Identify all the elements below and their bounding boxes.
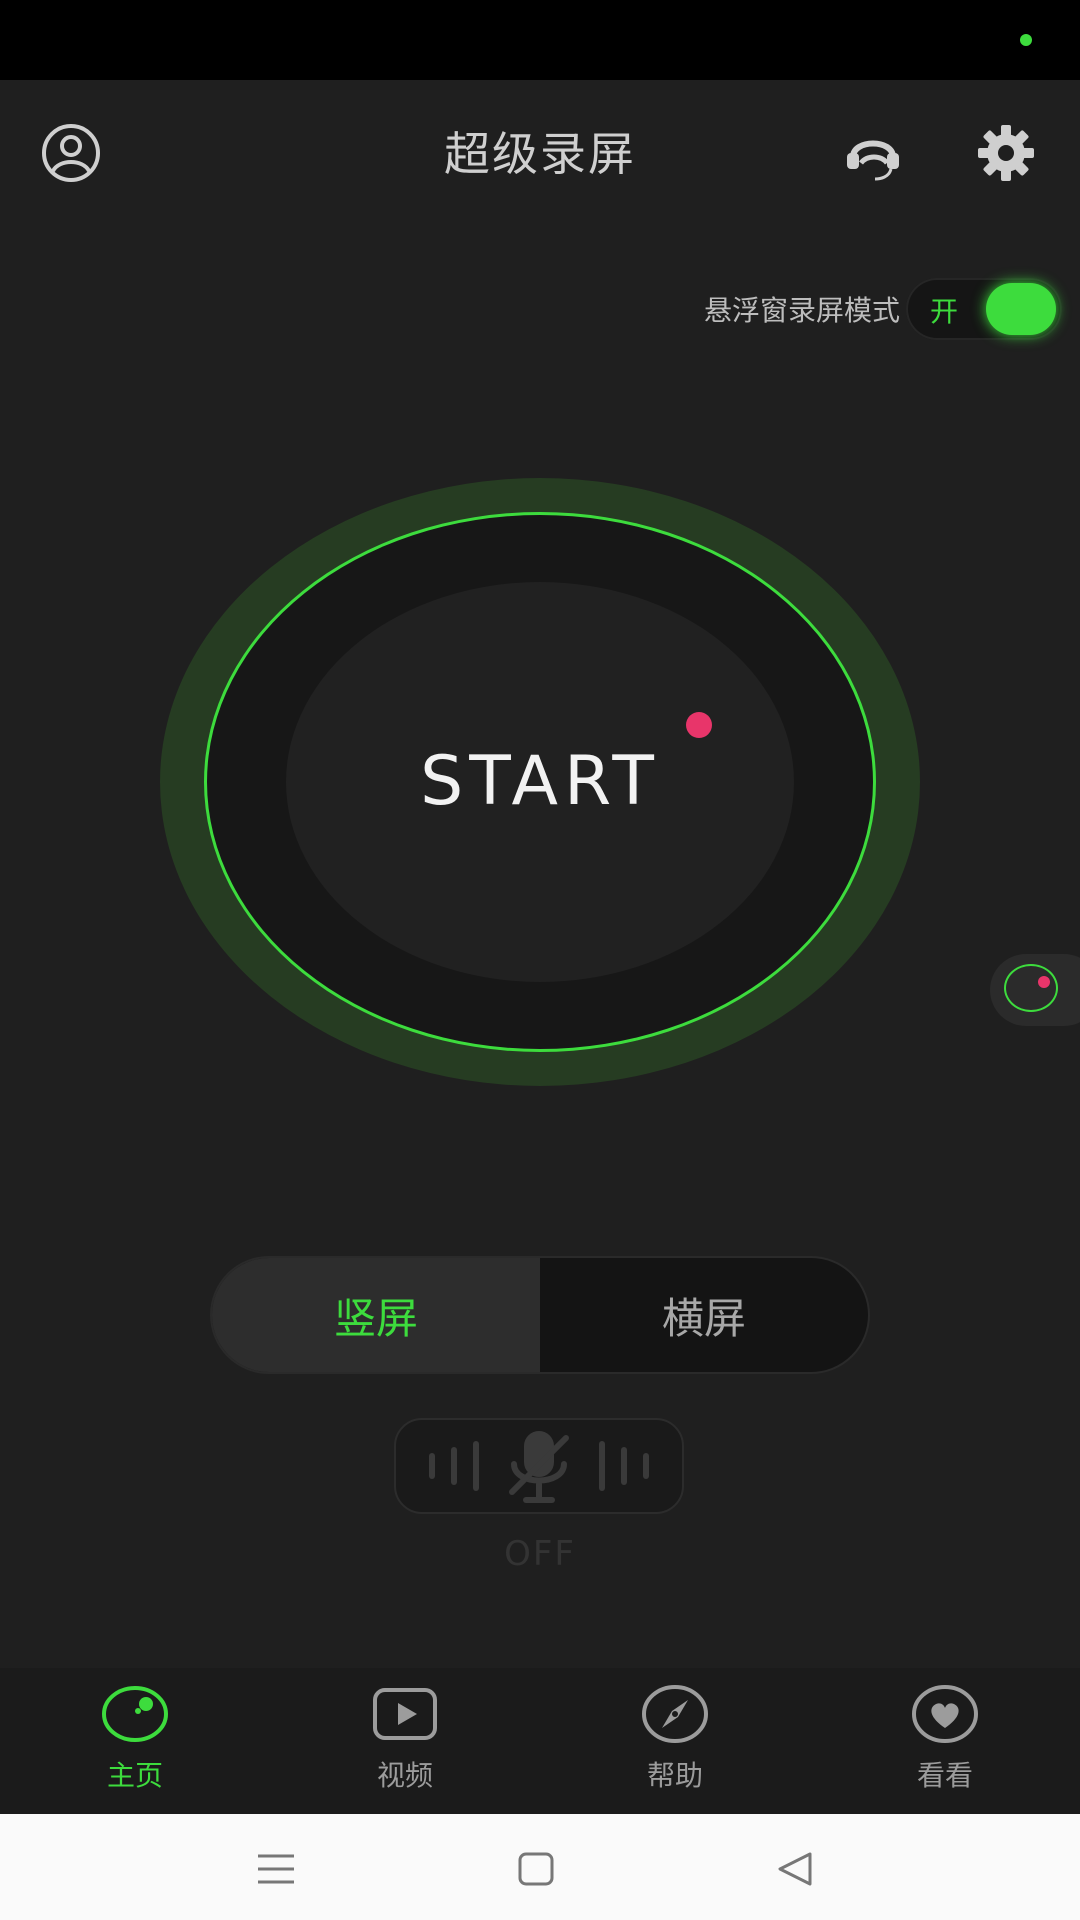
start-record-button[interactable]: START [160,478,920,1086]
start-label: START [420,742,660,821]
float-window-mode-label: 悬浮窗录屏模式 [703,294,900,327]
record-dot-icon [686,712,712,738]
nav-label-help: 帮助 [646,1759,703,1792]
toggle-state-text: 开 [930,295,959,328]
compass-icon [642,1685,708,1743]
nav-label-video: 视频 [376,1759,433,1792]
orientation-switch: 竖屏 横屏 [210,1256,870,1374]
video-play-icon [373,1688,437,1740]
home-record-icon [102,1686,168,1742]
heart-icon [912,1685,978,1743]
floating-widget-record-dot-icon [1038,976,1050,988]
system-back-button[interactable] [766,1844,826,1894]
gear-icon [978,125,1034,181]
support-button[interactable] [838,118,908,188]
nav-item-help[interactable]: 帮助 [540,1668,810,1814]
nav-item-discover[interactable]: 看看 [810,1668,1080,1814]
headset-icon [847,140,899,181]
nav-item-video[interactable]: 视频 [270,1668,540,1814]
status-indicator-dot [1020,34,1032,46]
microphone-state-label: OFF [504,1534,576,1574]
landscape-button[interactable]: 横屏 [540,1258,868,1372]
float-window-mode-toggle[interactable]: 开 [906,278,1062,340]
portrait-button[interactable]: 竖屏 [212,1258,540,1372]
system-menu-button[interactable] [246,1844,306,1894]
home-square-icon [518,1852,554,1886]
settings-button[interactable] [971,118,1041,188]
page-title: 超级录屏 [444,127,636,181]
float-window-mode-row: 悬浮窗录屏模式 开 [704,276,1062,342]
toggle-knob [986,283,1056,335]
bottom-navigation: 主页 视频 帮助 看看 [0,1668,1080,1814]
mic-muted-icon [429,1431,649,1503]
system-navigation-bar [0,1814,1080,1920]
floating-widget-ring-icon [1004,964,1058,1012]
app-header: 超级录屏 [0,80,1080,230]
microphone-toggle[interactable] [394,1418,684,1514]
menu-icon [258,1854,294,1884]
back-triangle-icon [778,1852,812,1886]
nav-label-home: 主页 [106,1759,163,1792]
nav-item-home[interactable]: 主页 [0,1668,270,1814]
floating-record-widget[interactable] [990,954,1080,1026]
system-home-button[interactable] [506,1844,566,1894]
nav-label-discover: 看看 [916,1759,973,1792]
status-bar [0,0,1080,80]
